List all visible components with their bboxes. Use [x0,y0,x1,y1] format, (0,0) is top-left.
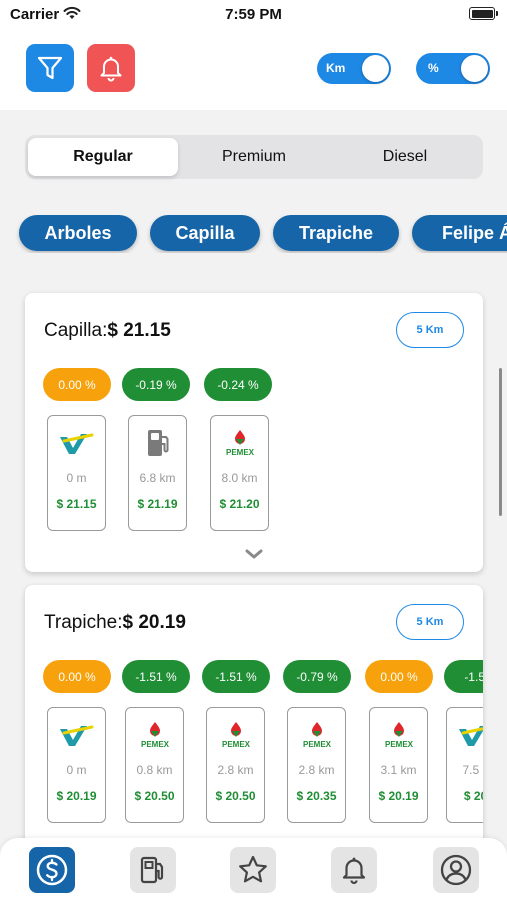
station-price: $ 20.19 [56,789,97,803]
best-price: $ 20.19 [122,612,186,633]
tab-prices[interactable] [29,847,75,893]
toggle-knob [461,55,488,82]
station-price: $ 20 [463,789,483,803]
station-distance: 2.8 km [217,763,254,777]
station-distance: 2.8 km [298,763,335,777]
station-price: $ 21.20 [219,497,260,511]
tab-alerts[interactable] [331,847,377,893]
header: Km % [0,32,507,110]
brand-v-logo [48,717,105,753]
change-badge: 0.00 % [43,368,111,401]
pemex-wordmark: PEMEX [302,740,331,749]
station-tile[interactable]: PEMEX 2.8 km $ 20.50 [206,707,265,823]
bell-icon [342,857,366,885]
location-name: Trapiche: [44,612,123,633]
percent-toggle-label: % [428,61,439,75]
radius-button[interactable]: 5 Km [396,604,464,640]
change-badge: 0.00 % [43,660,111,693]
card-title: Capilla:$ 21.15 [44,320,171,342]
pemex-logo: PEMEX [207,717,264,753]
brand-v-logo [447,717,483,753]
star-icon [239,855,267,883]
pemex-wordmark: PEMEX [140,740,169,749]
location-name: Capilla: [44,320,108,341]
radius-button[interactable]: 5 Km [396,312,464,348]
station-tile[interactable]: PEMEX 2.8 km $ 20.35 [287,707,346,823]
battery-tip [496,11,498,16]
station-tile[interactable]: 0 m $ 21.15 [47,415,106,531]
chevron-down-icon[interactable] [245,548,263,560]
pemex-wordmark: PEMEX [221,740,250,749]
dollar-icon [36,854,68,886]
station-tile[interactable]: PEMEX 8.0 km $ 21.20 [210,415,269,531]
fuel-station-icon [140,856,164,884]
station-card-capilla: Capilla:$ 21.15 5 Km 0.00 % -0.19 % -0.2… [25,293,483,572]
station-distance: 0 m [66,471,87,485]
card-title: Trapiche:$ 20.19 [44,612,186,634]
status-bar: Carrier 7:59 PM [0,0,507,32]
notifications-button[interactable] [87,44,135,92]
percent-toggle[interactable]: % [416,53,490,84]
tab-premium[interactable]: Premium [179,138,329,176]
battery-icon [469,7,495,20]
gas-pump-icon [129,425,186,461]
change-badge: -1.51 [444,660,483,693]
pemex-logo: PEMEX [288,717,345,753]
tab-bar [0,838,507,900]
toggle-knob [362,55,389,82]
station-distance: 3.1 km [380,763,417,777]
tab-diesel[interactable]: Diesel [330,138,480,176]
tab-favorites[interactable] [230,847,276,893]
station-price: $ 20.50 [215,789,256,803]
station-tile[interactable]: 6.8 km $ 21.19 [128,415,187,531]
station-distance: 8.0 km [221,471,258,485]
fuel-type-selector: Regular Premium Diesel [25,135,483,179]
pemex-logo: PEMEX [370,717,427,753]
station-tile[interactable]: 7.5 k $ 20 [446,707,483,823]
change-badge: 0.00 % [365,660,433,693]
tab-stations[interactable] [130,847,176,893]
profile-icon [440,854,472,886]
chip-arboles[interactable]: Arboles [19,215,137,251]
pemex-logo: PEMEX [126,717,183,753]
change-badge: -0.19 % [122,368,190,401]
scrollbar[interactable] [499,368,502,516]
change-badge: -1.51 % [122,660,190,693]
pemex-wordmark: PEMEX [225,448,254,457]
chip-felipe[interactable]: Felipe Á [412,215,507,251]
station-price: $ 21.15 [56,497,97,511]
tab-profile[interactable] [433,847,479,893]
filter-button[interactable] [26,44,74,92]
best-price: $ 21.15 [107,320,171,341]
pemex-logo: PEMEX [211,425,268,461]
pemex-wordmark: PEMEX [384,740,413,749]
station-tile[interactable]: 0 m $ 20.19 [47,707,106,823]
station-distance: 0 m [66,763,87,777]
station-price: $ 20.35 [296,789,337,803]
chip-trapiche[interactable]: Trapiche [273,215,399,251]
bell-icon [100,56,122,82]
brand-v-logo [48,425,105,461]
km-toggle-label: Km [326,61,346,75]
change-badge: -0.24 % [204,368,272,401]
station-distance: 7.5 k [462,763,483,777]
station-distance: 6.8 km [139,471,176,485]
station-distance: 0.8 km [136,763,173,777]
tab-regular[interactable]: Regular [28,138,178,176]
station-tile[interactable]: PEMEX 3.1 km $ 20.19 [369,707,428,823]
station-price: $ 21.19 [137,497,178,511]
station-price: $ 20.19 [378,789,419,803]
chip-capilla[interactable]: Capilla [150,215,260,251]
location-chips: Arboles Capilla Trapiche Felipe Á [0,215,507,253]
km-toggle[interactable]: Km [317,53,391,84]
filter-icon [37,56,63,80]
change-badge: -1.51 % [202,660,270,693]
change-badge: -0.79 % [283,660,351,693]
station-tile[interactable]: PEMEX 0.8 km $ 20.50 [125,707,184,823]
station-price: $ 20.50 [134,789,175,803]
station-card-trapiche: Trapiche:$ 20.19 5 Km 0.00 % -1.51 % -1.… [25,585,483,855]
clock: 7:59 PM [225,6,282,23]
